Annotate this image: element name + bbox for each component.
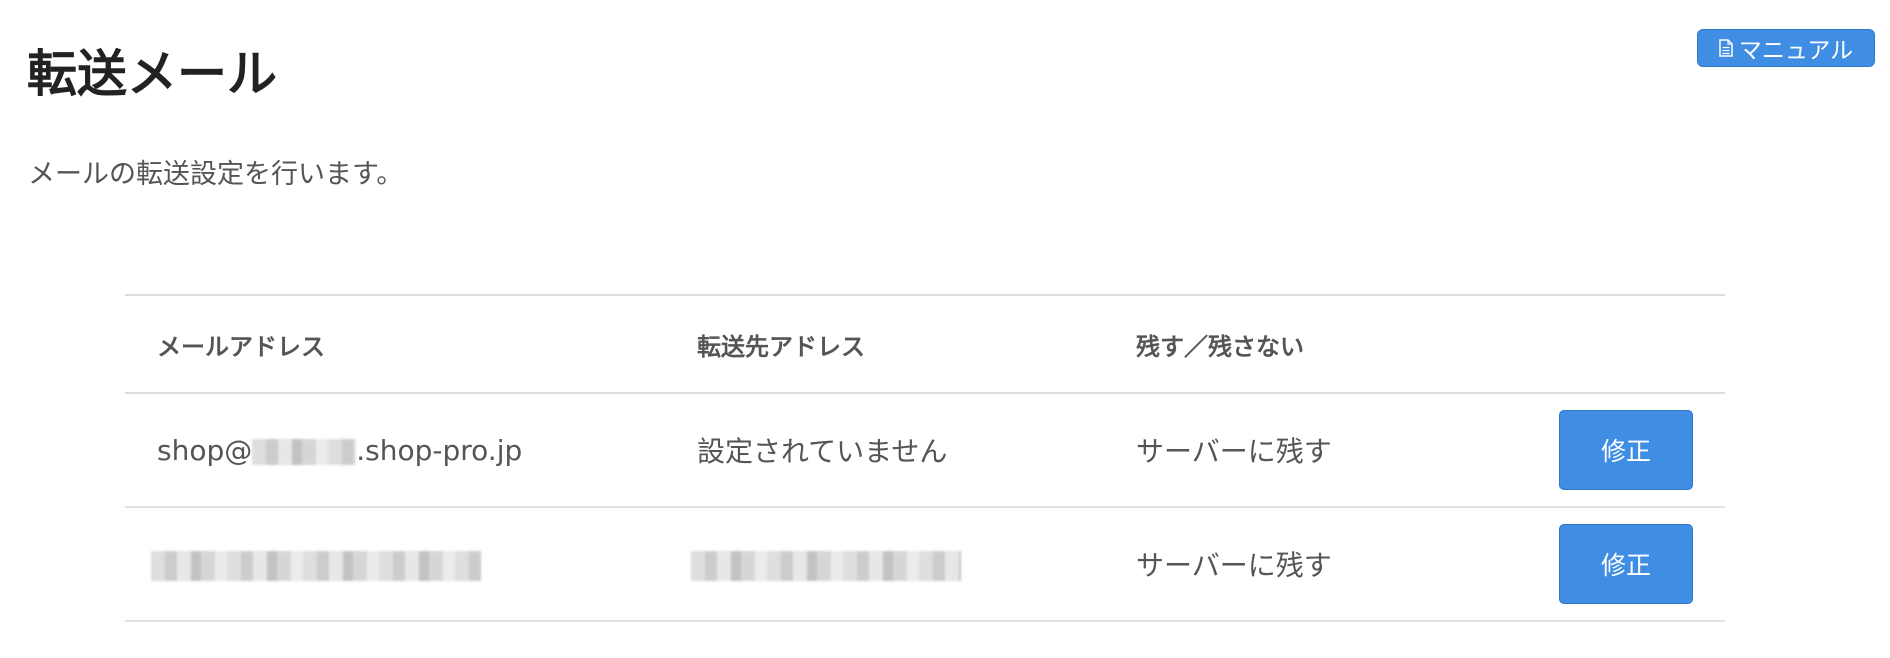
edit-button[interactable]: 修正: [1559, 524, 1693, 604]
forward-address-cell: [665, 507, 1104, 621]
mail-address-cell: [125, 507, 665, 621]
table-row: サーバーに残す 修正: [125, 507, 1725, 621]
document-icon: [1719, 39, 1733, 57]
forward-mail-table: メールアドレス 転送先アドレス 残す／残さない shop@ .shop-pro.j…: [125, 294, 1725, 622]
manual-button-label: マニュアル: [1738, 37, 1854, 63]
mail-address-cell: shop@ .shop-pro.jp: [125, 393, 665, 507]
mail-address-prefix: shop@: [157, 433, 253, 467]
page-title: 転送メール: [27, 45, 277, 103]
redacted-text: [691, 550, 961, 581]
keep-setting-cell: サーバーに残す: [1136, 435, 1332, 468]
action-cell: 修正: [1525, 393, 1725, 507]
header-actions: [1525, 295, 1725, 393]
header-keep-setting: 残す／残さない: [1136, 332, 1304, 361]
edit-button[interactable]: 修正: [1559, 410, 1693, 490]
keep-setting-cell: サーバーに残す: [1136, 549, 1332, 582]
table-row: shop@ .shop-pro.jp 設定されていません サーバーに残す 修正: [125, 393, 1725, 507]
table-header-row: メールアドレス 転送先アドレス 残す／残さない: [125, 295, 1725, 393]
mail-address-suffix: .shop-pro.jp: [356, 433, 523, 467]
forward-address-cell: 設定されていません: [697, 435, 948, 468]
header-mail-address: メールアドレス: [157, 332, 325, 361]
manual-button[interactable]: マニュアル: [1697, 29, 1875, 67]
header-forward-address: 転送先アドレス: [697, 332, 865, 361]
redacted-text: [151, 550, 481, 581]
redacted-text: [252, 438, 357, 465]
action-cell: 修正: [1525, 507, 1725, 621]
page-description: メールの転送設定を行います。: [28, 159, 404, 190]
